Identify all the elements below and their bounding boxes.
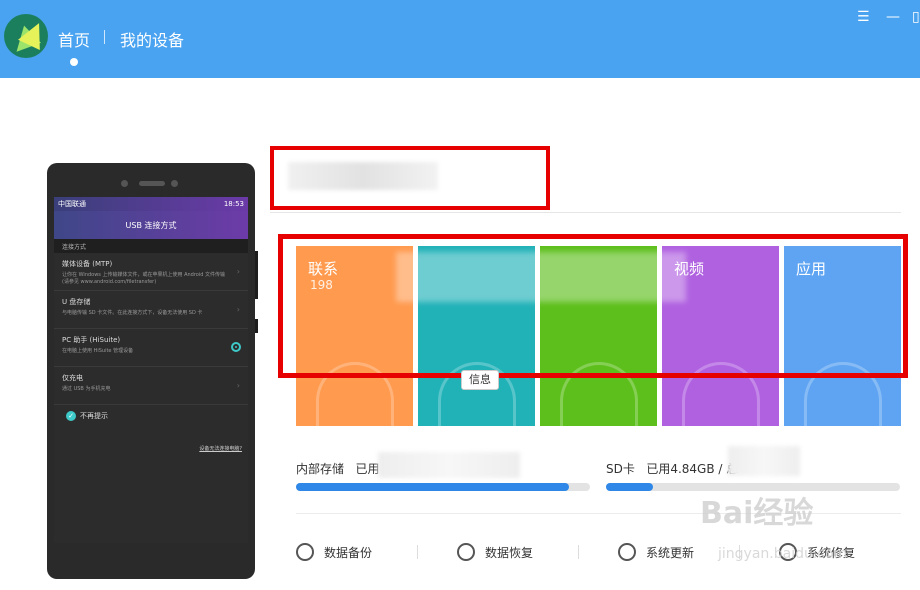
nav-my-device-tab[interactable]: 我的设备: [120, 27, 184, 51]
usb-option-hisuite: PC 助手 (HiSuite) 在电脑上使用 HiSuite 管理设备: [54, 329, 248, 367]
sd-storage-label: SD卡 已用4.84GB / 总: [606, 462, 739, 476]
usb-dialog-title: USB 连接方式: [54, 211, 248, 239]
restore-data-icon: [457, 543, 475, 561]
active-tab-indicator: [70, 58, 78, 66]
tile-tooltip: 信息: [461, 370, 499, 390]
data-restore-button[interactable]: 数据恢复: [457, 543, 533, 561]
backup-icon: [296, 543, 314, 561]
phone-status-bar: 中国联通 18:53: [54, 197, 248, 211]
internal-storage-bar: [296, 483, 590, 491]
chevron-right-icon: ›: [236, 305, 240, 314]
connection-section-label: 连接方式: [54, 239, 248, 253]
nav-separator: [104, 30, 105, 44]
phone-camera: [171, 180, 178, 187]
baidu-watermark: Bai经验: [700, 496, 814, 531]
phone-power-key: [255, 319, 258, 333]
usb-option-charge: 仅充电 通过 USB 为手机充电 ›: [54, 367, 248, 405]
phone-speaker: [139, 181, 165, 186]
phone-volume-key: [255, 251, 258, 299]
tiles-highlight: [278, 234, 908, 378]
clock-text: 18:53: [223, 200, 244, 208]
nav-home-tab[interactable]: 首页: [58, 27, 90, 51]
chevron-right-icon: ›: [236, 381, 240, 390]
update-icon: [618, 543, 636, 561]
option-title: PC 助手 (HiSuite): [62, 336, 121, 344]
option-desc: 在电脑上使用 HiSuite 管理设备: [62, 348, 134, 354]
device-phone-preview: 中国联通 18:53 USB 连接方式 连接方式 媒体设备 (MTP) 让你在 …: [47, 163, 258, 579]
phone-sensor: [121, 180, 128, 187]
option-desc: 让你在 Windows 上传输媒体文件，或在苹果机上使用 Android 文件传…: [62, 272, 226, 285]
internal-storage-fill: [296, 483, 570, 491]
blurred-region: [728, 446, 800, 476]
option-title: 媒体设备 (MTP): [62, 260, 113, 268]
phone-screen: 中国联通 18:53 USB 连接方式 连接方式 媒体设备 (MTP) 让你在 …: [54, 197, 248, 543]
tool-separator: [578, 545, 579, 559]
internal-storage-label: 内部存储 已用: [296, 462, 380, 476]
help-link: 设备无法连接电脑?: [199, 446, 242, 452]
check-icon: ✓: [66, 411, 76, 421]
option-desc: 与电脑传输 SD 卡文件。在此连接方式下，设备无法使用 SD 卡: [62, 310, 203, 316]
system-update-button[interactable]: 系统更新: [618, 543, 694, 561]
device-name-blurred: [288, 162, 438, 190]
option-title: 仅充电: [62, 374, 83, 382]
blurred-region: [378, 452, 520, 478]
usb-option-mtp: 媒体设备 (MTP) 让你在 Windows 上传输媒体文件，或在苹果机上使用 …: [54, 253, 248, 291]
divider: [270, 212, 901, 213]
app-logo-icon: [4, 14, 48, 58]
chevron-right-icon: ›: [236, 267, 240, 276]
radio-selected-icon: [231, 342, 241, 352]
data-backup-button[interactable]: 数据备份: [296, 543, 372, 561]
sd-storage-fill: [606, 483, 654, 491]
carrier-text: 中国联通: [58, 200, 86, 208]
top-bar: 首页 我的设备 ☰ — ▯: [0, 0, 920, 78]
device-name-highlight: [270, 146, 550, 210]
baidu-watermark-url: jingyan.baidu.com: [718, 546, 848, 562]
minimize-icon[interactable]: —: [886, 10, 900, 24]
tool-separator: [417, 545, 418, 559]
usb-option-udisk: U 盘存储 与电脑传输 SD 卡文件。在此连接方式下，设备无法使用 SD 卡 ›: [54, 291, 248, 329]
restore-icon[interactable]: ▯: [912, 10, 920, 24]
menu-icon[interactable]: ☰: [857, 10, 870, 24]
dont-show-again: ✓ 不再提示: [54, 405, 248, 427]
option-desc: 通过 USB 为手机充电: [62, 386, 111, 392]
option-title: U 盘存储: [62, 298, 91, 306]
dont-show-label: 不再提示: [80, 412, 108, 420]
